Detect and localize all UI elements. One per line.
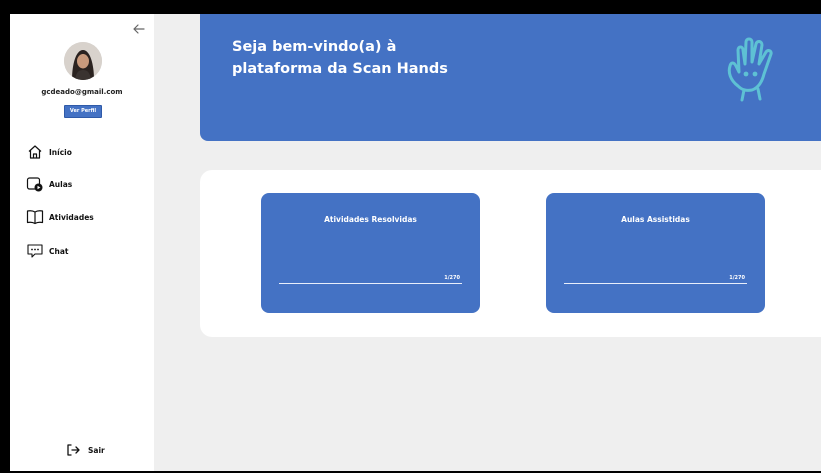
nav-item-chat[interactable]: Chat (26, 241, 69, 261)
app-window: gcdeado@gmail.com Ver Perfil Início Aula… (10, 14, 821, 471)
nav-item-aulas[interactable]: Aulas (26, 174, 72, 194)
stat-card-atividades-resolvidas[interactable]: Atividades Resolvidas 1/270 (261, 193, 480, 313)
nav-item-label: Chat (49, 246, 69, 256)
stats-panel: Atividades Resolvidas 1/270 Aulas Assist… (200, 170, 821, 337)
scan-hands-logo-icon (722, 28, 786, 112)
sidebar: gcdeado@gmail.com Ver Perfil Início Aula… (10, 14, 154, 471)
welcome-line-2: plataforma da Scan Hands (232, 61, 448, 77)
stat-card-count: 1/270 (444, 275, 460, 281)
view-profile-button[interactable]: Ver Perfil (64, 105, 102, 118)
welcome-title: Seja bem-vindo(a) à plataforma da Scan H… (232, 36, 532, 80)
home-icon (26, 143, 44, 161)
nav-item-label: Início (49, 147, 72, 157)
stat-card-title: Aulas Assistidas (621, 215, 690, 224)
logout-button[interactable]: Sair (66, 442, 105, 458)
nav-item-label: Aulas (49, 179, 73, 189)
stat-card-title: Atividades Resolvidas (324, 215, 417, 224)
book-icon (26, 208, 44, 226)
avatar (64, 42, 102, 80)
collapse-arrow-icon[interactable] (132, 22, 146, 36)
stat-card-count: 1/270 (729, 275, 745, 281)
welcome-banner: Seja bem-vindo(a) à plataforma da Scan H… (200, 14, 821, 141)
chat-icon (26, 242, 44, 260)
nav-item-atividades[interactable]: Atividades (26, 207, 94, 227)
stat-card-aulas-assistidas[interactable]: Aulas Assistidas 1/270 (546, 193, 765, 313)
logout-label: Sair (88, 445, 105, 455)
progress-line (279, 283, 462, 284)
progress-line (564, 283, 747, 284)
video-icon (26, 175, 44, 193)
nav-item-inicio[interactable]: Início (26, 142, 72, 162)
welcome-line-1: Seja bem-vindo(a) à (232, 39, 397, 55)
logout-icon (66, 443, 80, 457)
nav-item-label: Atividades (49, 212, 94, 222)
user-email: gcdeado@gmail.com (41, 88, 123, 96)
